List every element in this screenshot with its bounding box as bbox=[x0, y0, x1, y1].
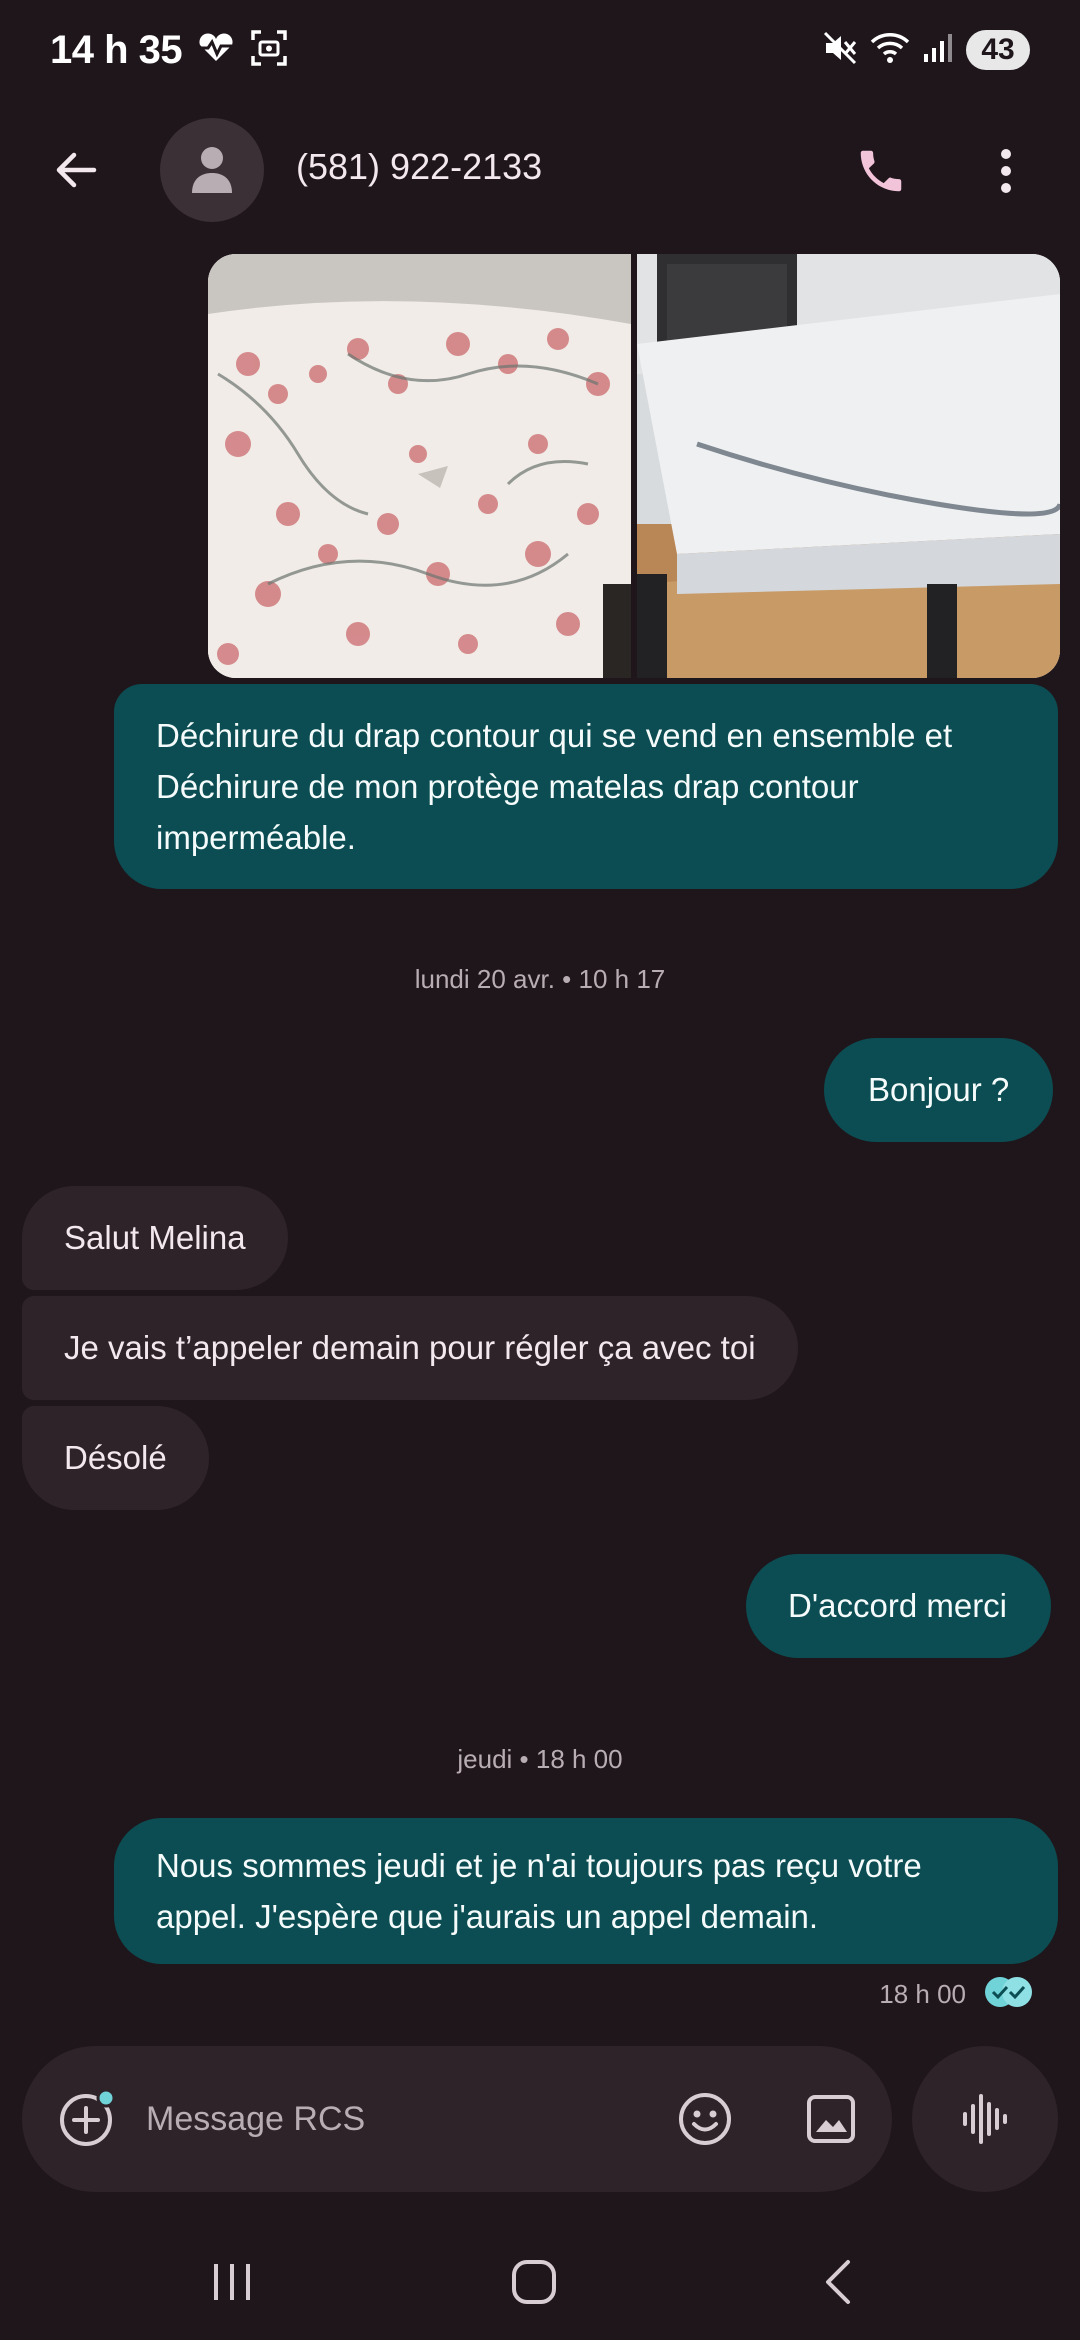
date-separator: jeudi • 18 h 00 bbox=[457, 1744, 623, 1774]
battery-icon: 43 bbox=[966, 30, 1030, 70]
message-outgoing-caption[interactable]: Déchirure du drap contour qui se vend en… bbox=[114, 684, 1058, 889]
voice-icon bbox=[963, 2094, 1007, 2144]
message-text: D'accord merci bbox=[788, 1587, 1008, 1624]
message-outgoing[interactable]: D'accord merci bbox=[746, 1554, 1052, 1658]
home-button[interactable] bbox=[484, 2242, 584, 2322]
mute-icon bbox=[822, 30, 858, 71]
more-options-button[interactable] bbox=[976, 136, 1036, 206]
phone-icon bbox=[860, 150, 902, 192]
voice-message-button[interactable] bbox=[912, 2046, 1058, 2192]
photo-attachments bbox=[208, 254, 1060, 678]
status-bar: 14 h 35 43 bbox=[0, 0, 1080, 100]
system-navigation-bar bbox=[0, 2220, 1080, 2340]
heart-monitor-icon bbox=[196, 32, 236, 68]
message-composer bbox=[22, 2046, 892, 2192]
recents-button[interactable] bbox=[182, 2242, 282, 2322]
screenshot-icon bbox=[250, 29, 288, 72]
status-time: 14 h 35 bbox=[50, 27, 183, 72]
gallery-button[interactable] bbox=[792, 2080, 870, 2158]
message-text: Désolé bbox=[64, 1439, 167, 1476]
add-attachment-button[interactable] bbox=[52, 2082, 124, 2154]
wifi-icon bbox=[870, 31, 910, 70]
avatar[interactable] bbox=[160, 118, 264, 222]
read-receipt-icon bbox=[984, 1976, 1034, 2013]
message-outgoing[interactable]: Nous sommes jeudi et je n'ai toujours pa… bbox=[114, 1818, 1058, 1964]
message-incoming[interactable]: Salut Melina bbox=[22, 1186, 288, 1290]
person-icon bbox=[192, 147, 232, 193]
more-vert-icon bbox=[1001, 149, 1011, 193]
back-button[interactable] bbox=[40, 134, 112, 206]
photo-fitted-sheet[interactable] bbox=[208, 254, 631, 678]
emoji-icon bbox=[679, 2093, 731, 2145]
gallery-icon bbox=[807, 2095, 855, 2143]
message-timestamp: 18 h 00 bbox=[879, 1979, 966, 2009]
message-text: Nous sommes jeudi et je n'ai toujours pa… bbox=[156, 1847, 922, 1935]
back-arrow-icon bbox=[56, 152, 97, 188]
emoji-button[interactable] bbox=[666, 2080, 744, 2158]
back-icon bbox=[826, 2260, 850, 2304]
message-outgoing[interactable]: Bonjour ? bbox=[824, 1038, 1054, 1142]
message-text: Bonjour ? bbox=[868, 1071, 1010, 1108]
call-button[interactable] bbox=[846, 136, 916, 206]
message-incoming[interactable]: Je vais t’appeler demain pour régler ça … bbox=[22, 1296, 798, 1400]
home-icon bbox=[512, 2260, 556, 2304]
message-text: Déchirure du drap contour qui se vend en… bbox=[156, 717, 953, 856]
date-separator: lundi 20 avr. • 10 h 17 bbox=[414, 964, 666, 994]
system-back-button[interactable] bbox=[788, 2242, 888, 2322]
message-incoming[interactable]: Désolé bbox=[22, 1406, 209, 1510]
app-bar: (581) 922-2133 bbox=[0, 110, 1080, 230]
message-input[interactable] bbox=[146, 2086, 666, 2152]
message-text: Salut Melina bbox=[64, 1219, 246, 1256]
message-text: Je vais t’appeler demain pour régler ça … bbox=[64, 1329, 756, 1366]
photo-mattress-protector[interactable] bbox=[637, 254, 1060, 678]
message-status-row: 18 h 00 bbox=[879, 1976, 1034, 2013]
add-attachment-icon bbox=[60, 2088, 116, 2146]
recents-icon bbox=[214, 2264, 250, 2300]
signal-icon bbox=[922, 32, 954, 69]
contact-name[interactable]: (581) 922-2133 bbox=[296, 146, 542, 188]
